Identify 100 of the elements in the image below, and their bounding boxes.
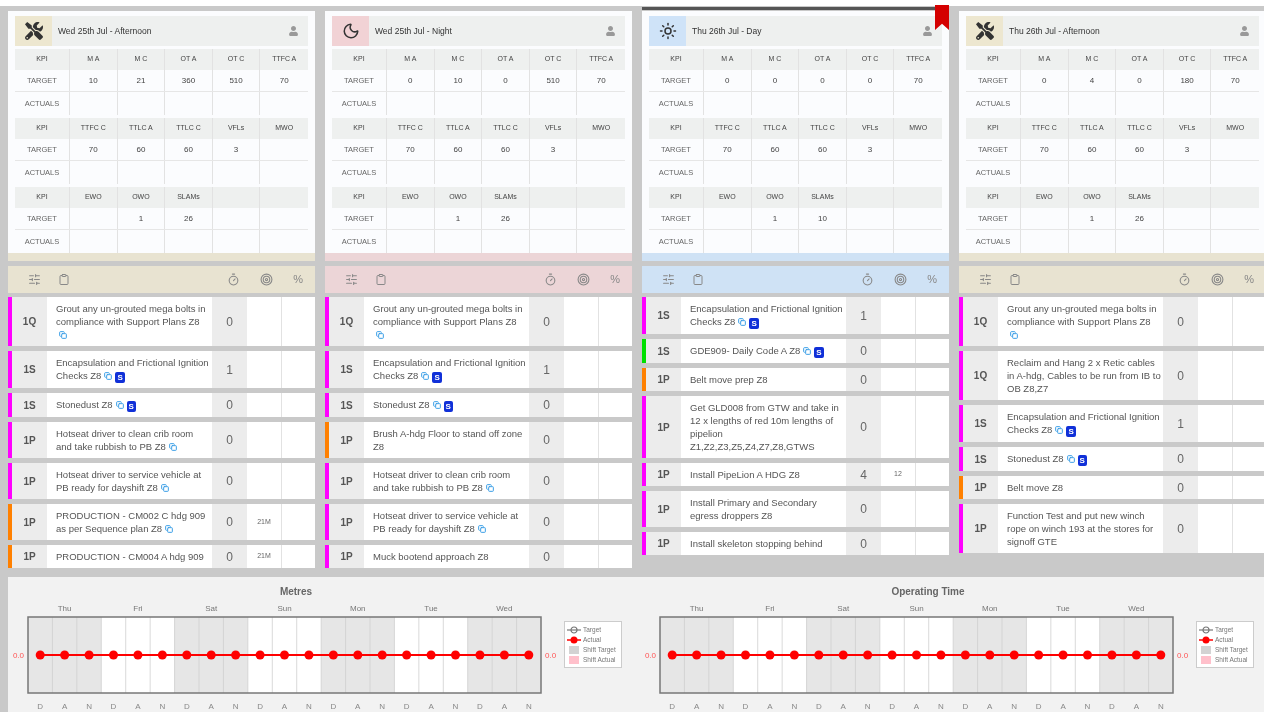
task-row[interactable]: 1Q Grout any un-grouted mega bolts in compliance with Support Plans Z8 0 (959, 297, 1264, 346)
kpi-value: 26 (501, 212, 510, 225)
task-text: Grout any un-grouted mega bolts in compliance with Support Plans Z8 (373, 302, 527, 341)
shift-axis-label: A (840, 702, 846, 711)
task-text: GDE909- Daily Code A Z8 S (690, 344, 824, 358)
shift-axis-label: N (1157, 702, 1164, 711)
task-row[interactable]: 1S Encapsulation and Frictional Ignition Checks Z8 S 1 (325, 351, 632, 388)
percent-header: % (927, 272, 937, 288)
kpi-value: 1 (455, 212, 461, 225)
task-row[interactable]: 1P Install Primary and Secondary egress droppers Z8 0 (642, 491, 949, 527)
task-row[interactable]: 1S Encapsulation and Frictional Ignition Checks Z8 S 1 (959, 405, 1264, 442)
priority-code: 1S (974, 417, 987, 431)
shift-axis-label: A (135, 702, 141, 711)
shift-axis-label: D (403, 702, 410, 711)
kpi-value: 60 (136, 143, 146, 156)
kpi-value: 70 (596, 74, 606, 87)
task-row[interactable]: 1S Encapsulation and Frictional Ignition Checks Z8 S 1 (642, 297, 949, 334)
shift-title: Thu 26th Jul - Afternoon (1009, 24, 1100, 38)
shift-title: Wed 25th Jul - Afternoon (58, 24, 152, 38)
shift-axis-label: A (693, 702, 700, 711)
status-badge: S (443, 401, 453, 412)
kpi-value: 1 (138, 212, 144, 225)
task-row[interactable]: 1P Hotseat driver to service vehicle at PB ready for dayshift Z8 0 (325, 504, 632, 540)
day-label: Thu (689, 604, 704, 613)
task-row[interactable]: 1Q Grout any un-grouted mega bolts in compliance with Support Plans Z8 0 (8, 297, 315, 346)
kpi-value: 60 (1087, 143, 1097, 156)
shift-axis-label: D (1109, 702, 1115, 711)
task-row[interactable]: 1S Stonedust Z8 S 0 (8, 393, 315, 417)
task-row[interactable]: 1S Stonedust Z8 S 0 (325, 393, 632, 417)
shift-axis-label: N (1011, 702, 1018, 711)
task-value: 1 (543, 361, 550, 379)
priority-code: 1P (657, 502, 670, 517)
task-row[interactable]: 1P Get GLD008 from GTW and take in 12 x lengths of red 10m lengths of pipelion Z1,Z2,Z3,Z5,Z4,Z7,Z8,GTWS 0 (642, 396, 949, 458)
kpi-value: 0 (1137, 74, 1142, 87)
task-value: 0 (860, 535, 867, 553)
priority-code: 1S (974, 452, 987, 467)
task-row[interactable]: 1Q Reclaim and Hang 2 x Retic cables in A-hdg, Cables to be run from IB to OB Z8,Z7 0 (959, 351, 1264, 400)
task-row[interactable]: 1S Encapsulation and Frictional Ignition Checks Z8 S 1 (8, 351, 315, 388)
priority-code: 1Q (973, 369, 988, 383)
priority-code: 1P (340, 433, 353, 448)
kpi-value: 70 (913, 74, 923, 87)
shift-axis-label: N (525, 702, 532, 711)
status-badge: S (749, 318, 759, 329)
axis-value-label: 0.0 (12, 651, 24, 660)
task-text: Get GLD008 from GTW and take in 12 x lengths of red 10m lengths of pipelion Z1,Z2,Z3,Z5,Z4,Z7,Z8,GTWS (690, 401, 840, 453)
task-row[interactable]: 1P Function Test and put new winch rope on winch 193 at the stores for signoff GTE 0 (959, 504, 1264, 553)
task-row[interactable]: 1P Belt move prep Z8 0 (642, 368, 949, 391)
shift-axis-label: N (379, 702, 386, 711)
task-value: 0 (543, 473, 550, 490)
task-text: Install Primary and Secondary egress droppers Z8 (690, 496, 818, 522)
task-row[interactable]: 1P Brush A-hdg Floor to stand off zone Z8 0 (325, 422, 632, 458)
axis-value-label: 0.0 (644, 651, 656, 660)
day-label: Wed (1128, 604, 1145, 613)
priority-code: 1P (23, 474, 36, 489)
priority-code: 1Q (973, 315, 988, 329)
shift-axis-label: N (718, 702, 724, 711)
shift-axis-label: A (1133, 702, 1140, 711)
kpi-value: 70 (722, 143, 732, 156)
task-row[interactable]: 1P Install skeleton stopping behind 0 (642, 532, 949, 555)
task-row[interactable]: 1P Hotseat driver to clean crib room and take rubbish to PB Z8 0 (8, 422, 315, 458)
task-text: Reclaim and Hang 2 x Retic cables in A-hdg, Cables to be run from IB to OB Z8,Z7 (1007, 356, 1161, 395)
kpi-value: 10 (88, 74, 98, 87)
kpi-value: 10 (453, 74, 463, 87)
task-value: 0 (226, 397, 233, 414)
task-row[interactable]: 1P Hotseat driver to service vehicle at PB ready for dayshift Z8 0 (8, 463, 315, 499)
task-value: 0 (860, 419, 867, 436)
task-value: 0 (860, 343, 867, 360)
kpi-value: 0 (772, 74, 778, 87)
task-row[interactable]: 1P Hotseat driver to clean crib room and take rubbish to PB Z8 0 (325, 463, 632, 499)
task-row[interactable]: 1Q Grout any un-grouted mega bolts in compliance with Support Plans Z8 0 (325, 297, 632, 346)
chart-title: Metres (279, 585, 313, 599)
shift-axis-label: D (742, 702, 749, 711)
task-row[interactable]: 1P Muck bootend approach Z8 0 (325, 545, 632, 568)
task-row[interactable]: 1P Belt move Z8 0 (959, 476, 1264, 499)
kpi-value: 70 (88, 143, 98, 156)
task-row[interactable]: 1S Stonedust Z8 S 0 (959, 447, 1264, 471)
priority-code: 1P (23, 433, 36, 448)
priority-code: 1S (340, 398, 353, 413)
priority-code: 1P (23, 515, 36, 530)
kpi-value: 3 (233, 143, 239, 156)
kpi-value: 0 (503, 74, 508, 87)
kpi-value: 60 (770, 143, 780, 156)
kpi-value: 60 (501, 143, 510, 156)
kpi-value: 3 (867, 143, 873, 156)
shift-axis-label: D (669, 702, 676, 711)
task-value: 4 (860, 466, 867, 484)
shift-axis-label: N (938, 702, 944, 711)
task-row[interactable]: 1S GDE909- Daily Code A Z8 S 0 (642, 339, 949, 363)
task-text: Stonedust Z8 S (373, 398, 453, 412)
status-badge: S (432, 372, 442, 383)
kpi-value: 360 (181, 74, 196, 87)
task-text: Function Test and put new winch rope on winch 193 at the stores for signoff GTE (1007, 509, 1155, 548)
shift-axis-label: N (86, 702, 92, 711)
task-value: 1 (1177, 415, 1184, 433)
task-text: Stonedust Z8 S (56, 398, 136, 412)
priority-code: 1S (340, 363, 353, 377)
task-text: Hotseat driver to service vehicle at PB ready for dayshift Z8 (373, 509, 520, 535)
axis-value-label: 0.0 (545, 651, 557, 660)
task-value: 0 (543, 432, 550, 449)
task-value: 0 (543, 514, 550, 531)
